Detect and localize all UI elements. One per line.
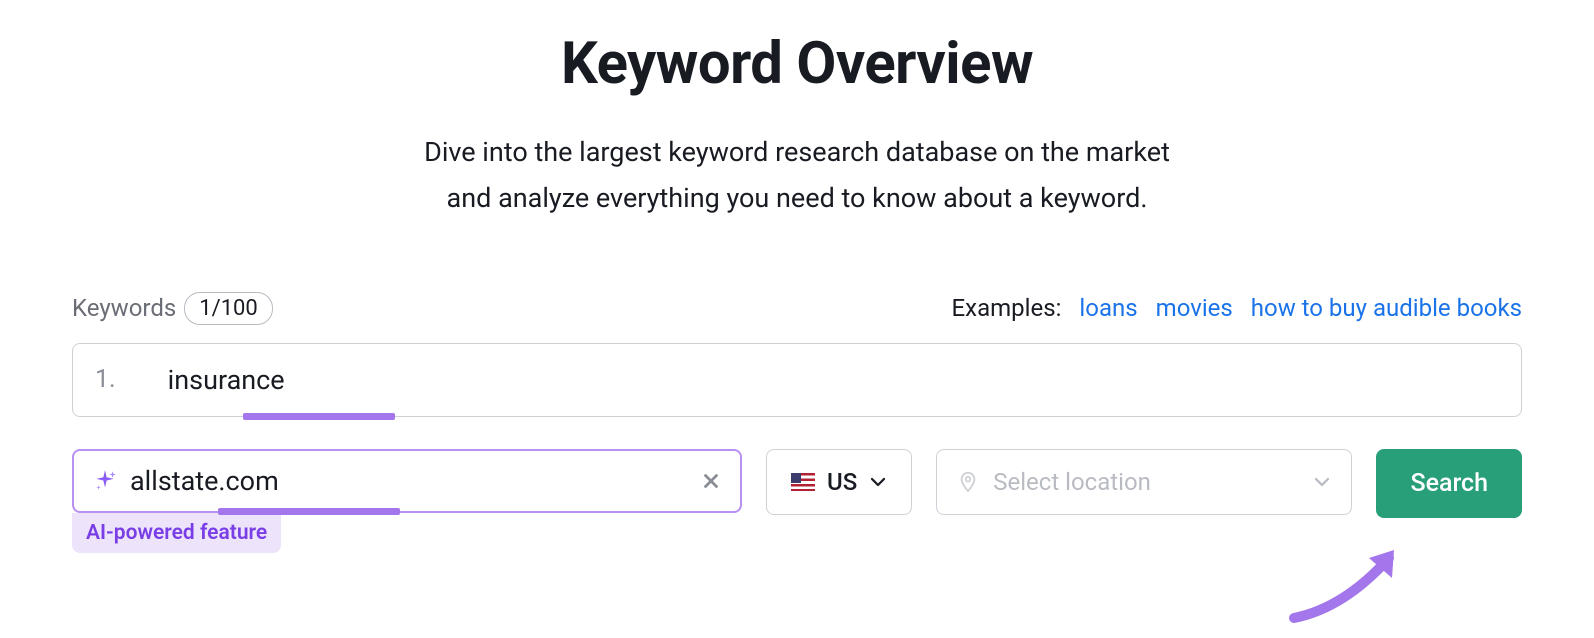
- subtitle-line-2: and analyze everything you need to know …: [447, 182, 1148, 214]
- page-title: Keyword Overview: [72, 30, 1522, 98]
- pin-icon: [957, 471, 979, 493]
- close-icon[interactable]: [700, 470, 722, 492]
- country-select[interactable]: US: [766, 449, 912, 515]
- example-link-audible[interactable]: how to buy audible books: [1251, 294, 1522, 322]
- sparkle-icon: [92, 468, 118, 494]
- example-link-movies[interactable]: movies: [1156, 294, 1233, 322]
- chevron-down-icon: [869, 473, 887, 491]
- keyword-input[interactable]: [168, 364, 1499, 396]
- page-subtitle: Dive into the largest keyword research d…: [72, 130, 1522, 222]
- domain-input-wrap[interactable]: [72, 449, 742, 513]
- location-placeholder: Select location: [993, 468, 1299, 496]
- search-button[interactable]: Search: [1376, 449, 1522, 518]
- keyword-highlight-underline: [243, 413, 395, 420]
- chevron-down-icon: [1313, 473, 1331, 491]
- domain-highlight-underline: [218, 508, 400, 515]
- location-select[interactable]: Select location: [936, 449, 1352, 515]
- country-code: US: [827, 468, 857, 496]
- keywords-count-badge: 1/100: [184, 292, 273, 325]
- examples-label: Examples:: [952, 294, 1062, 322]
- example-link-loans[interactable]: loans: [1079, 294, 1137, 322]
- keywords-label: Keywords: [72, 294, 176, 322]
- domain-input[interactable]: [130, 465, 700, 497]
- flag-us-icon: [791, 473, 815, 491]
- ai-feature-badge: AI-powered feature: [72, 513, 281, 553]
- keyword-index: 1.: [95, 365, 116, 394]
- keyword-input-row[interactable]: 1.: [72, 343, 1522, 417]
- subtitle-line-1: Dive into the largest keyword research d…: [424, 136, 1170, 168]
